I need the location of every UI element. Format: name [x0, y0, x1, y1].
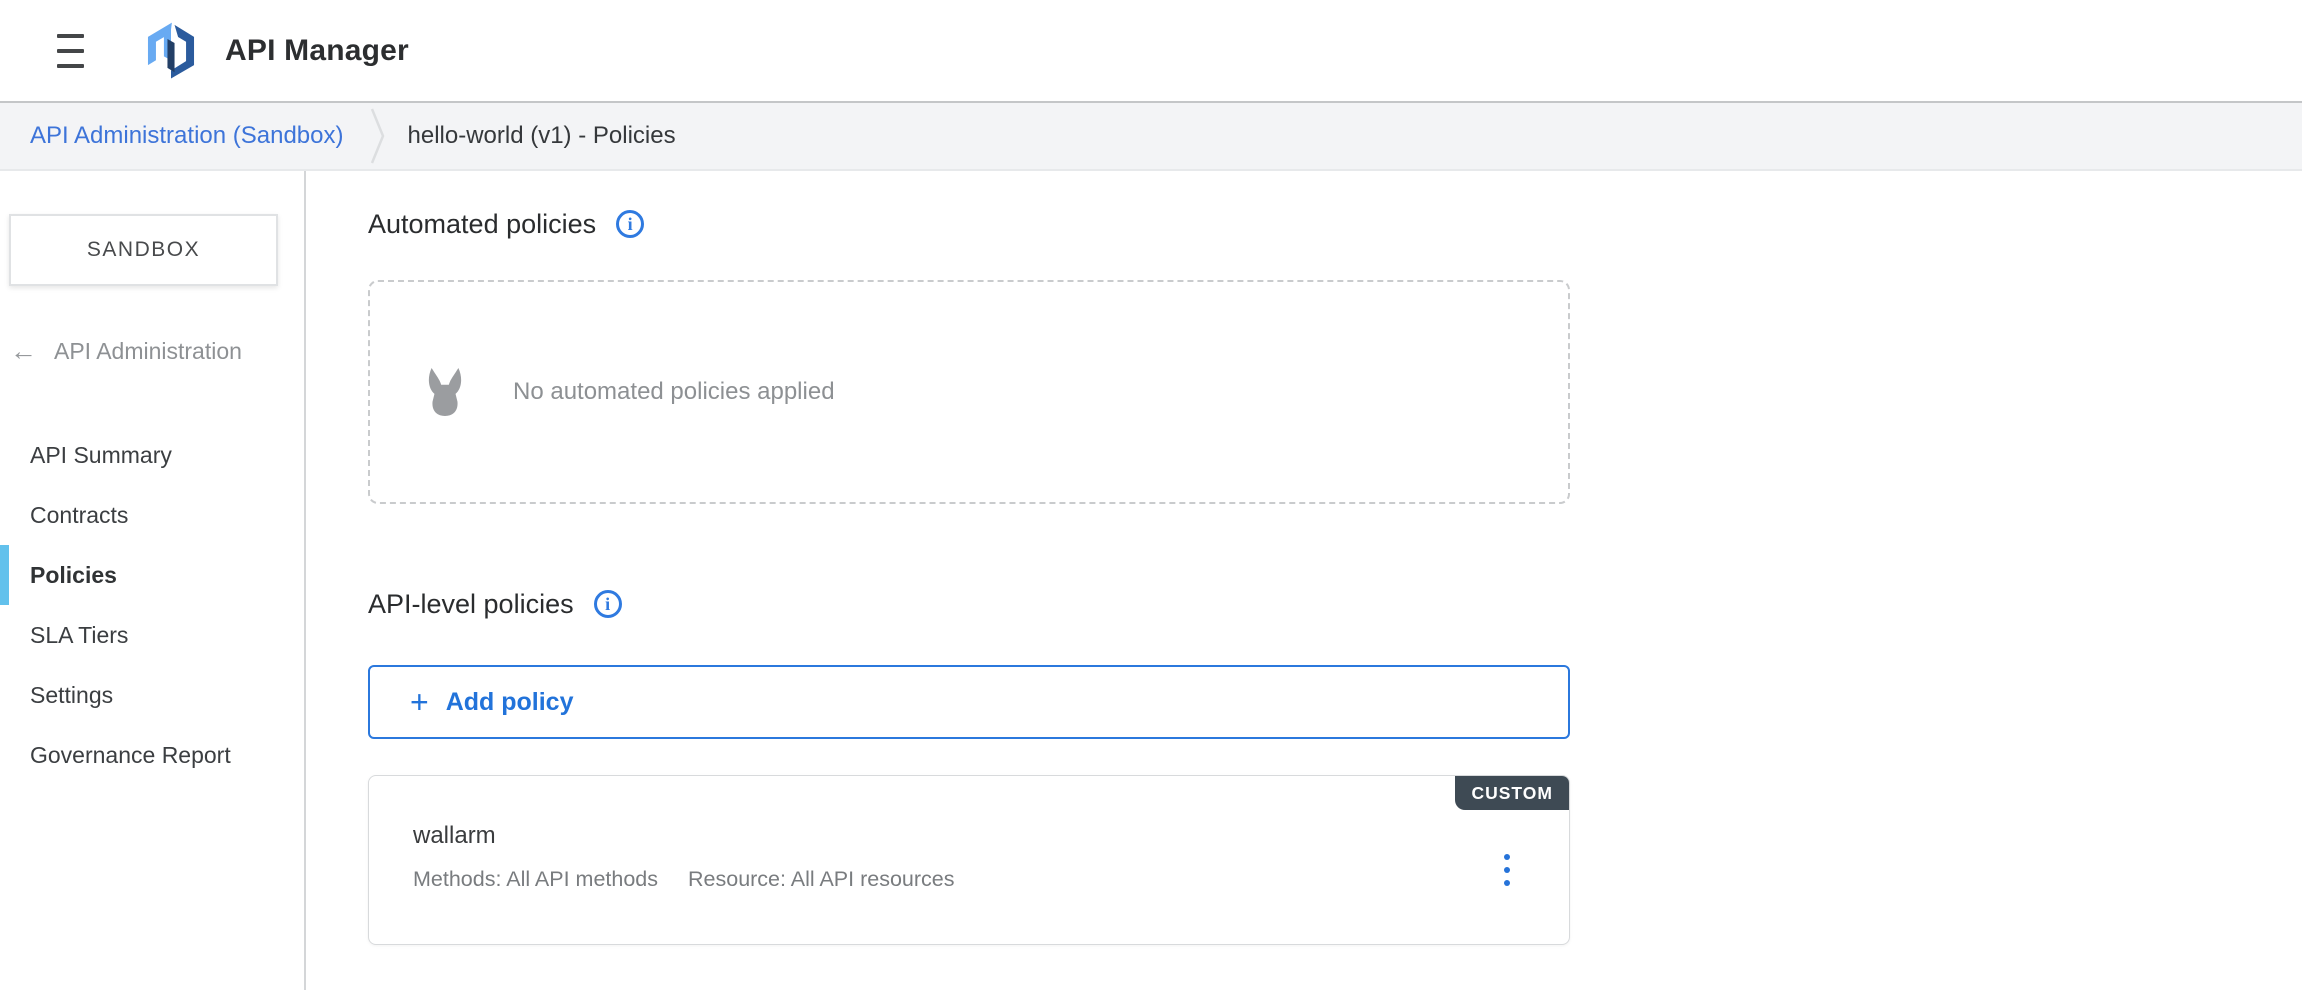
app-title: API Manager	[225, 34, 409, 68]
sidebar-item-settings[interactable]: Settings	[0, 665, 304, 725]
hamburger-bar	[57, 34, 84, 38]
app-header: API Manager	[0, 0, 2302, 101]
breadcrumb-parent-link[interactable]: API Administration (Sandbox)	[30, 122, 344, 150]
breadcrumb-separator-icon	[370, 105, 386, 167]
main-content: Automated policies i No automated polici…	[306, 171, 2302, 990]
plus-icon: +	[410, 686, 429, 718]
anypoint-logo-icon[interactable]	[139, 20, 203, 82]
sidebar-nav: API Summary Contracts Policies SLA Tiers…	[0, 425, 304, 785]
hamburger-menu-icon[interactable]	[57, 34, 84, 68]
automated-policies-header: Automated policies i	[368, 204, 1570, 244]
automated-policies-title: Automated policies	[368, 209, 596, 240]
sidebar-item-sla-tiers[interactable]: SLA Tiers	[0, 605, 304, 665]
back-link-label: API Administration	[54, 338, 242, 365]
sidebar-item-governance-report[interactable]: Governance Report	[0, 725, 304, 785]
info-icon[interactable]: i	[616, 210, 644, 238]
kebab-dot	[1504, 880, 1510, 886]
breadcrumb: API Administration (Sandbox) hello-world…	[0, 101, 2302, 171]
add-policy-button[interactable]: + Add policy	[368, 665, 1570, 739]
sidebar-item-policies[interactable]: Policies	[0, 545, 304, 605]
policy-card: CUSTOM wallarm Methods: All API methods …	[368, 775, 1570, 945]
environment-selector[interactable]: SANDBOX	[9, 214, 278, 286]
sidebar-item-api-summary[interactable]: API Summary	[0, 425, 304, 485]
hamburger-bar	[57, 64, 84, 68]
policy-name: wallarm	[369, 776, 1569, 850]
policy-meta: Methods: All API methods Resource: All A…	[369, 850, 1569, 892]
policy-resource: Resource: All API resources	[688, 867, 954, 892]
sidebar-item-contracts[interactable]: Contracts	[0, 485, 304, 545]
automated-policies-empty-state: No automated policies applied	[368, 280, 1570, 504]
kebab-menu-icon[interactable]	[1500, 846, 1514, 893]
back-link[interactable]: ← API Administration	[0, 338, 304, 365]
page-body: SANDBOX ← API Administration API Summary…	[0, 171, 2302, 990]
kebab-dot	[1504, 867, 1510, 873]
sidebar: SANDBOX ← API Administration API Summary…	[0, 171, 306, 990]
policy-methods: Methods: All API methods	[413, 867, 658, 892]
empty-state-message: No automated policies applied	[513, 378, 835, 406]
breadcrumb-current: hello-world (v1) - Policies	[408, 122, 676, 150]
add-policy-label: Add policy	[446, 688, 574, 717]
policy-type-badge: CUSTOM	[1455, 776, 1569, 810]
info-icon[interactable]: i	[594, 590, 622, 618]
api-level-policies-title: API-level policies	[368, 589, 574, 620]
hamburger-bar	[57, 49, 84, 53]
kebab-dot	[1504, 854, 1510, 860]
api-level-policies-header: API-level policies i	[368, 584, 1570, 624]
back-arrow-icon: ←	[10, 338, 37, 365]
mule-icon	[422, 367, 468, 417]
